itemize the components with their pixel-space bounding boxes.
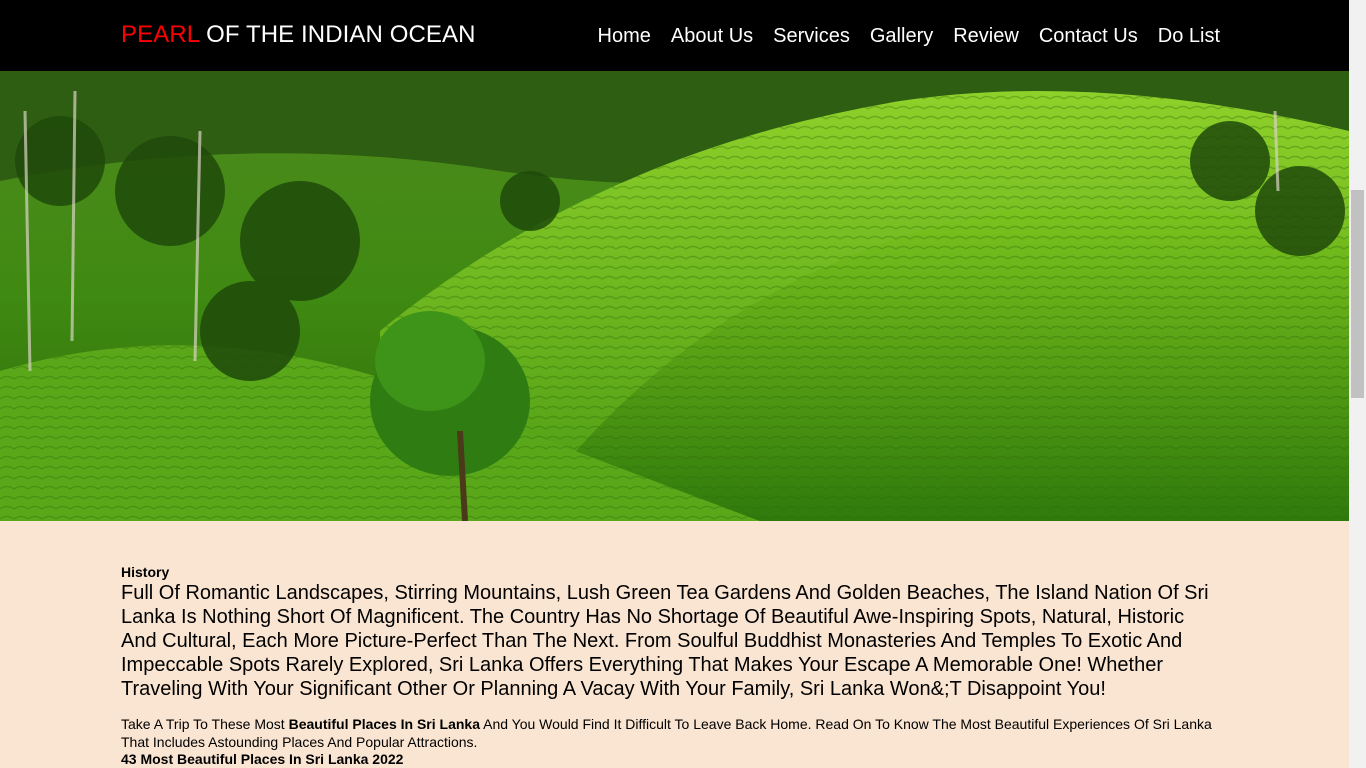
nav-services[interactable]: Services <box>773 22 850 50</box>
nav-contact-us[interactable]: Contact Us <box>1039 22 1138 50</box>
para-text-1: Take A Trip To These Most <box>121 716 289 732</box>
main-nav: Home About Us Services Gallery Review Co… <box>578 22 1220 50</box>
site-logo[interactable]: PEARL OF THE INDIAN OCEAN <box>121 20 476 50</box>
scrollbar-thumb[interactable] <box>1351 190 1364 398</box>
subheading: 43 Most Beautiful Places In Sri Lanka 20… <box>121 751 404 767</box>
nav-review[interactable]: Review <box>953 22 1019 50</box>
nav-gallery[interactable]: Gallery <box>870 22 933 50</box>
tea-plantation-image <box>0 71 1349 521</box>
nav-about-us[interactable]: About Us <box>671 22 753 50</box>
intro-paragraph: Take A Trip To These Most Beautiful Plac… <box>121 715 1216 751</box>
vertical-scrollbar[interactable] <box>1349 0 1366 768</box>
nav-do-list[interactable]: Do List <box>1158 22 1220 50</box>
main-content: History Full Of Romantic Landscapes, Sti… <box>121 563 1216 768</box>
lead-paragraph: Full Of Romantic Landscapes, Stirring Mo… <box>121 582 1209 700</box>
para-bold: Beautiful Places In Sri Lanka <box>288 716 480 732</box>
logo-accent: PEARL <box>121 21 200 48</box>
nav-home[interactable]: Home <box>598 22 651 50</box>
top-navbar: PEARL OF THE INDIAN OCEAN Home About Us … <box>0 0 1349 71</box>
hero-image <box>0 71 1349 521</box>
section-heading-history: History <box>121 564 170 580</box>
logo-text: OF THE INDIAN OCEAN <box>206 21 476 48</box>
